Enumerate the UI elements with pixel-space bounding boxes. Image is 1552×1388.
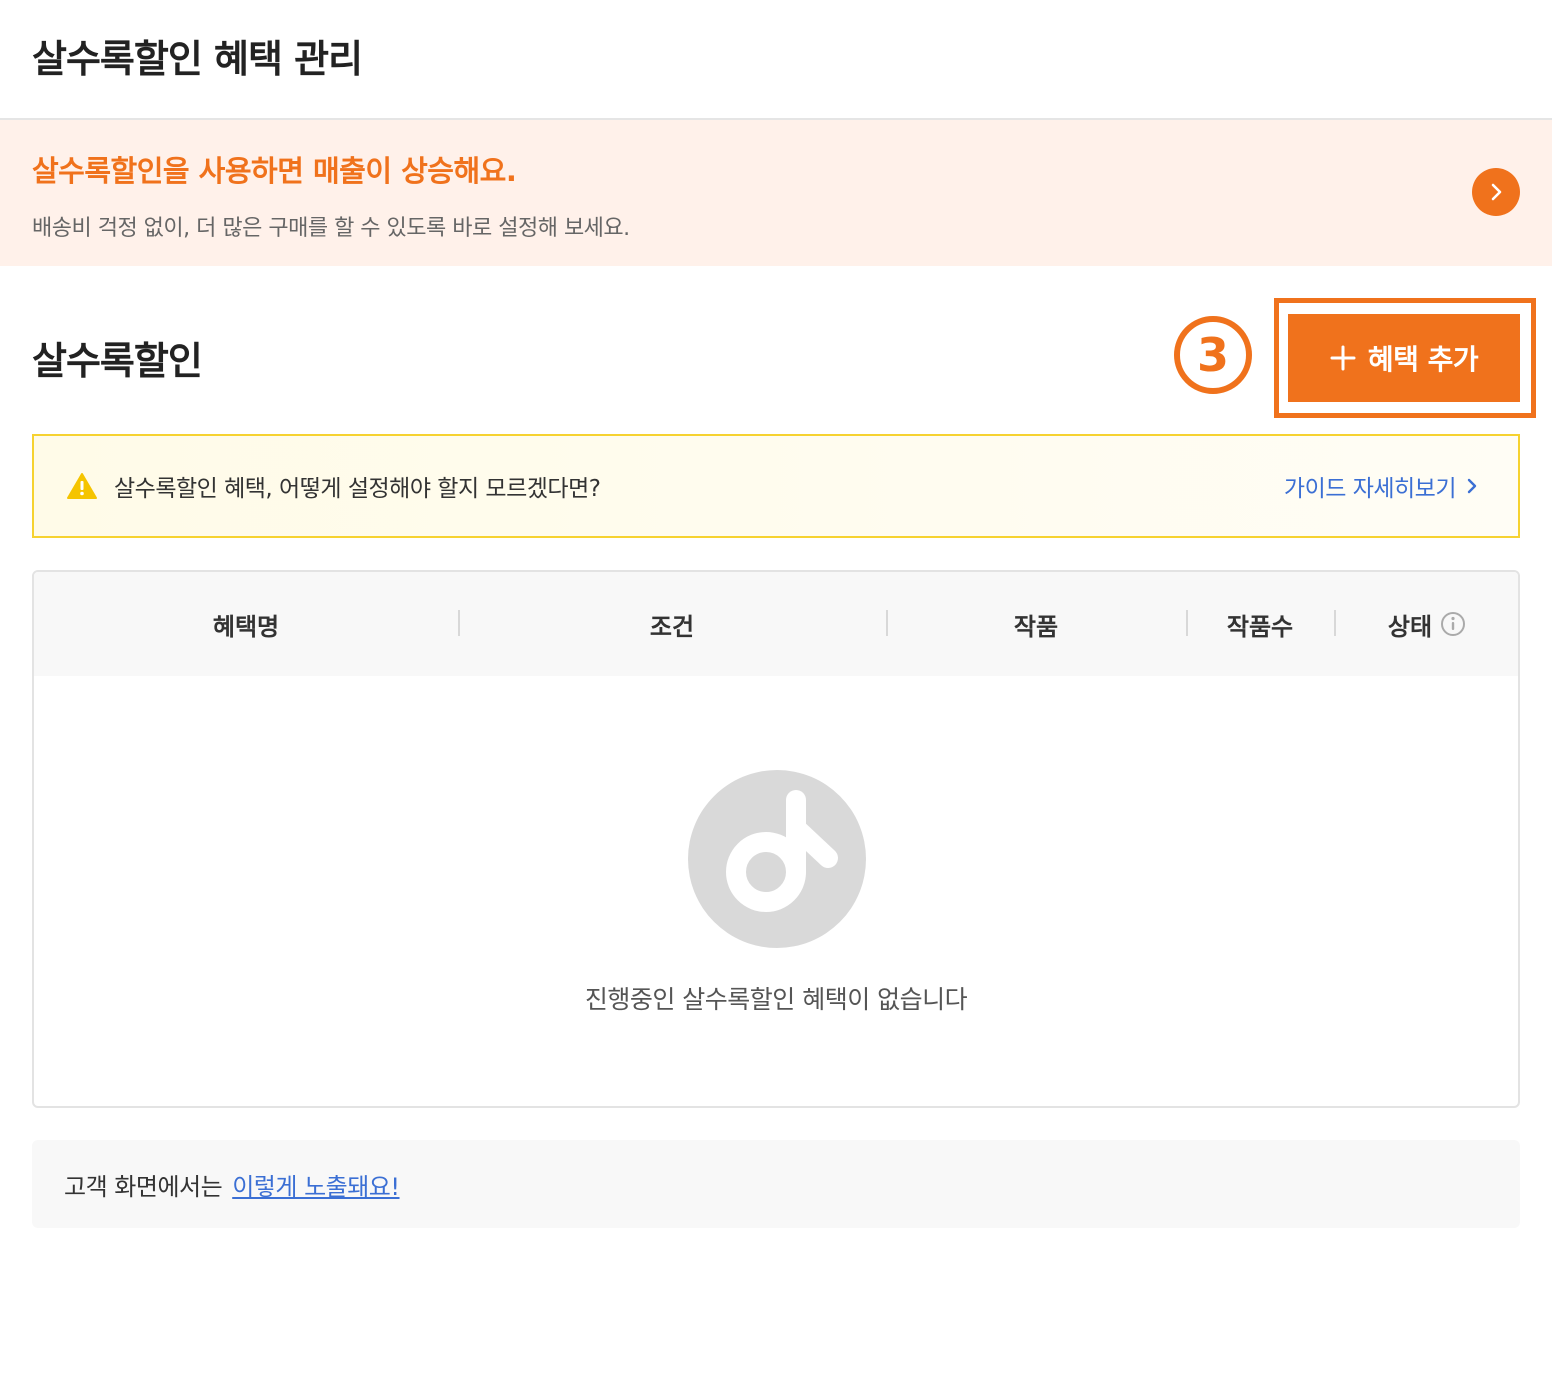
info-icon[interactable] (1440, 611, 1466, 637)
promo-title: 살수록할인을 사용하면 매출이 상승해요. (32, 154, 517, 188)
section-title: 살수록할인 (32, 339, 203, 383)
chevron-right-icon (1491, 183, 1502, 201)
table-header: 혜택명 조건 작품 작품수 상태 (34, 572, 1518, 676)
chevron-right-icon (1467, 478, 1477, 494)
add-benefit-label: 혜택 추가 (1367, 343, 1479, 376)
add-benefit-button[interactable]: 혜택 추가 (1288, 314, 1520, 402)
empty-message: 진행중인 살수록할인 혜택이 없습니다 (584, 985, 968, 1014)
column-header-product-count: 작품수 (1226, 612, 1294, 641)
column-header-product: 작품 (1013, 612, 1059, 641)
column-header-name: 혜택명 (212, 612, 280, 641)
warning-icon (67, 473, 97, 499)
column-header-status-label: 상태 (1387, 612, 1433, 641)
promo-arrow-button[interactable] (1472, 168, 1520, 216)
empty-state: 진행중인 살수록할인 혜택이 없습니다 (34, 676, 1518, 1106)
promo-banner: 살수록할인을 사용하면 매출이 상승해요. 배송비 걱정 없이, 더 많은 구매… (0, 120, 1552, 266)
customer-view-link[interactable]: 이렇게 노출돼요! (232, 1167, 400, 1202)
empty-logo (688, 770, 866, 948)
column-header-condition: 조건 (649, 612, 695, 641)
column-header-status: 상태 (1334, 572, 1518, 676)
brand-logo-icon (726, 790, 838, 912)
guide-text: 살수록할인 혜택, 어떻게 설정해야 할지 모르겠다면? (114, 476, 601, 502)
page-title: 살수록할인 혜택 관리 (32, 36, 363, 81)
guide-link[interactable]: 가이드 자세히보기 (1284, 469, 1478, 503)
customer-view-text: 고객 화면에서는 (64, 1172, 223, 1201)
customer-view-notice: 고객 화면에서는 이렇게 노출돼요! (32, 1140, 1520, 1228)
page-header: 살수록할인 혜택 관리 (0, 0, 1552, 120)
step-marker: 3 (1174, 316, 1252, 394)
guide-link-label: 가이드 자세히보기 (1283, 476, 1457, 502)
benefit-table: 혜택명 조건 작품 작품수 상태 진행중인 살수록할인 혜택이 없습니다 (32, 570, 1520, 1108)
plus-icon (1330, 345, 1356, 371)
guide-notice: 살수록할인 혜택, 어떻게 설정해야 할지 모르겠다면? 가이드 자세히보기 (32, 434, 1520, 538)
step-marker-number: 3 (1197, 328, 1229, 382)
promo-description: 배송비 걱정 없이, 더 많은 구매를 할 수 있도록 바로 설정해 보세요. (32, 216, 630, 241)
